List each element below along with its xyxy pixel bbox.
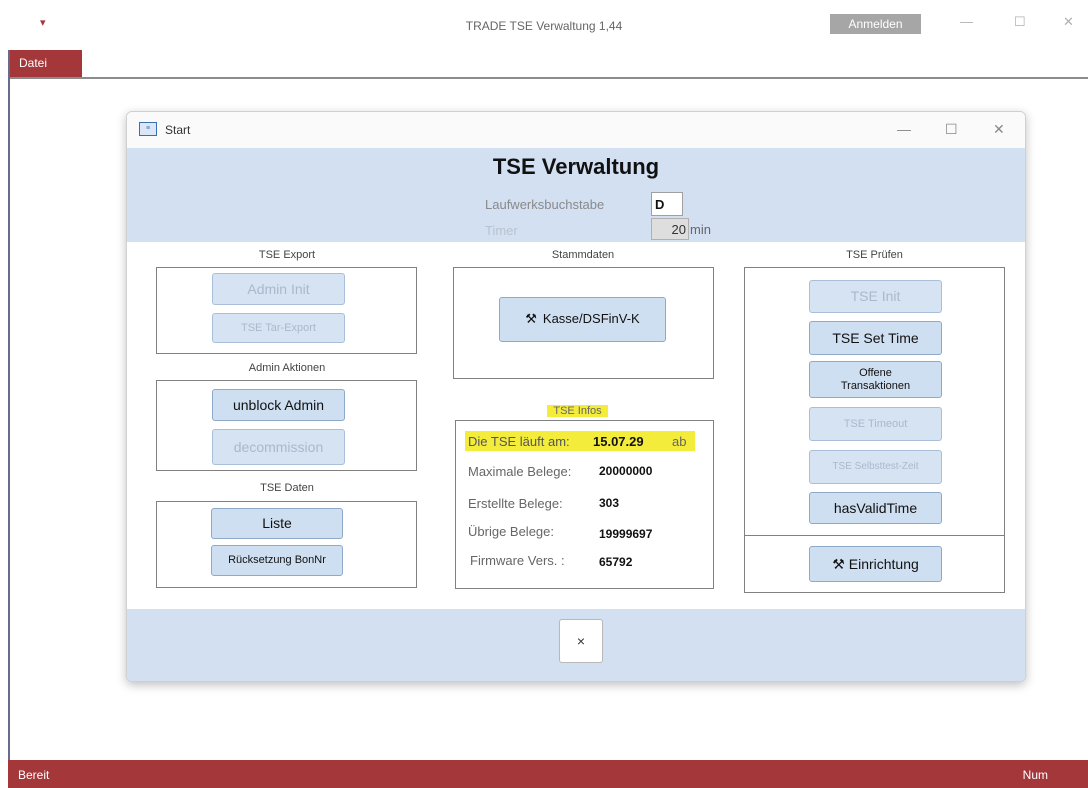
tse-tar-export-button[interactable]: TSE Tar-Export <box>212 313 345 343</box>
page-title: TSE Verwaltung <box>492 154 660 179</box>
form-maximize-icon[interactable]: ☐ <box>945 121 958 138</box>
maximize-icon[interactable]: ☐ <box>1014 14 1026 30</box>
firmware-label: Firmware Vers. : <box>470 553 565 568</box>
tse-timeout-button[interactable]: TSE Timeout <box>809 407 942 441</box>
app-titlebar: ▾ TRADE TSE Verwaltung 1,44 Anmelden — ☐… <box>0 0 1088 50</box>
offene-transaktionen-line1: Offene <box>859 366 892 379</box>
section-label-stammdaten: Stammdaten <box>551 249 615 261</box>
max-belege-label: Maximale Belege: <box>468 464 572 479</box>
expiry-suffix: ab <box>672 434 687 449</box>
tse-selbsttest-zeit-button[interactable]: TSE Selbsttest-Zeit <box>809 450 942 484</box>
ribbon-divider <box>10 77 1088 79</box>
form-title: Start <box>165 123 191 137</box>
form-titlebar: ≡ Start — ☐ ✕ <box>127 112 1025 148</box>
tse-set-time-button[interactable]: TSE Set Time <box>809 321 942 355</box>
status-bar: Bereit Num <box>8 760 1088 788</box>
pruefen-divider <box>744 535 1005 536</box>
kasse-dsfinv-button[interactable]: ⚒ Kasse/DSFinV-K <box>499 297 666 342</box>
form-close-icon[interactable]: ✕ <box>993 121 1005 138</box>
start-form-window: ≡ Start — ☐ ✕ TSE Verwaltung Laufwerksbu… <box>126 111 1026 682</box>
form-icon: ≡ <box>139 122 157 136</box>
section-label-tse-infos: TSE Infos <box>527 403 628 419</box>
minimize-icon[interactable]: — <box>960 14 973 29</box>
app-title: TRADE TSE Verwaltung 1,44 <box>465 19 623 33</box>
tse-init-button[interactable]: TSE Init <box>809 280 942 313</box>
liste-button[interactable]: Liste <box>211 508 343 539</box>
tse-infos-label: TSE Infos <box>547 405 608 417</box>
expiry-value: 15.07.29 <box>593 434 644 449</box>
section-label-tse-pruefen: TSE Prüfen <box>846 249 903 261</box>
window-left-border <box>8 0 10 760</box>
timer-input[interactable]: 20 <box>651 218 689 240</box>
offene-transaktionen-line2: Transaktionen <box>840 379 911 392</box>
section-label-tse-export: TSE Export <box>258 249 316 261</box>
offene-transaktionen-button[interactable]: Offene Transaktionen <box>809 361 942 398</box>
ribbon-tab-datei[interactable]: Datei <box>10 50 82 77</box>
form-minimize-icon[interactable]: — <box>897 121 911 137</box>
einrichtung-button[interactable]: ⚒ Einrichtung <box>809 546 942 582</box>
uebrige-belege-value: 19999697 <box>599 527 653 541</box>
expiry-label: Die TSE läuft am: <box>468 434 570 449</box>
login-button[interactable]: Anmelden <box>830 14 921 34</box>
uebrige-belege-label: Übrige Belege: <box>468 524 554 539</box>
erstellte-belege-value: 303 <box>599 496 620 510</box>
timer-label: Timer <box>485 223 518 238</box>
laufwerk-input[interactable]: D <box>651 192 683 216</box>
num-lock-indicator: Num <box>1022 768 1048 782</box>
admin-init-button[interactable]: Admin Init <box>212 273 345 305</box>
close-icon[interactable]: ✕ <box>1063 14 1074 30</box>
einrichtung-label: Einrichtung <box>848 555 919 572</box>
tools-icon: ⚒ <box>832 555 845 572</box>
close-form-button[interactable]: × <box>559 619 603 663</box>
section-label-admin-aktionen: Admin Aktionen <box>248 362 326 374</box>
firmware-value: 65792 <box>599 555 633 569</box>
unblock-admin-button[interactable]: unblock Admin <box>212 389 345 421</box>
ruecksetzung-bonnr-button[interactable]: Rücksetzung BonNr <box>211 545 343 576</box>
status-text: Bereit <box>18 768 50 782</box>
max-belege-value: 20000000 <box>599 464 653 478</box>
erstellte-belege-label: Erstellte Belege: <box>468 496 563 511</box>
decommission-button[interactable]: decommission <box>212 429 345 465</box>
laufwerk-label: Laufwerksbuchstabe <box>485 197 605 212</box>
kasse-dsfinv-label: Kasse/DSFinV-K <box>542 311 640 327</box>
section-label-tse-daten: TSE Daten <box>260 482 314 494</box>
tools-icon: ⚒ <box>525 311 537 327</box>
has-valid-time-button[interactable]: hasValidTime <box>809 492 942 524</box>
timer-unit-label: min <box>690 222 711 237</box>
